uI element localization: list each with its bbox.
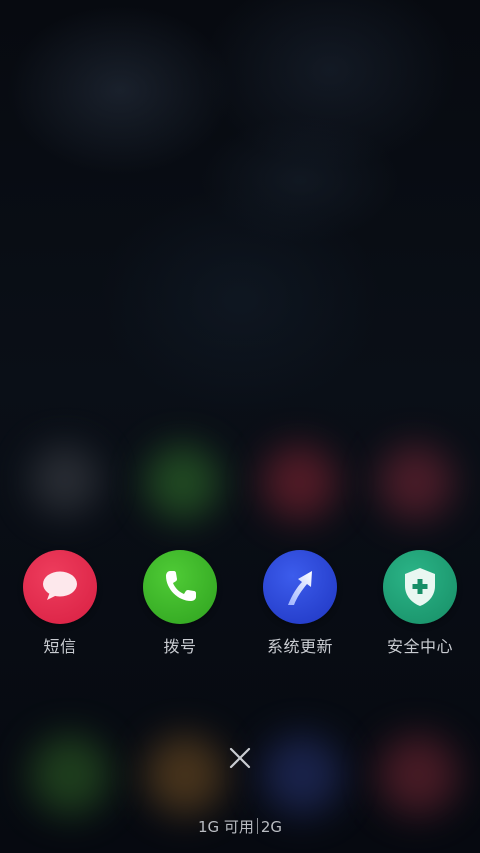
- memory-total: 2G: [260, 818, 283, 836]
- app-label: 拨号: [163, 637, 197, 656]
- memory-available: 1G 可用: [197, 818, 254, 836]
- background-blob: [145, 445, 220, 520]
- background-blob: [262, 735, 342, 815]
- background-blob: [30, 735, 110, 815]
- message-icon[interactable]: [23, 550, 97, 624]
- background-blob: [378, 445, 453, 520]
- shield-plus-icon[interactable]: [383, 550, 457, 624]
- close-all-button[interactable]: [225, 743, 255, 773]
- background-blob: [30, 445, 100, 515]
- background-blob: [378, 735, 458, 815]
- app-dialer[interactable]: 拨号: [130, 550, 230, 657]
- background-blob: [262, 445, 337, 520]
- app-label: 系统更新: [266, 637, 333, 656]
- update-arrow-icon[interactable]: [263, 550, 337, 624]
- phone-icon[interactable]: [143, 550, 217, 624]
- recent-apps-screen: 短信 拨号 系统更新 安全中心 1G 可用 2G: [0, 0, 480, 853]
- background-blob: [145, 735, 225, 815]
- app-messages[interactable]: 短信: [10, 550, 110, 657]
- app-shortcut-row: 短信 拨号 系统更新 安全中心: [0, 550, 480, 660]
- app-security-center[interactable]: 安全中心: [370, 550, 470, 657]
- app-system-update[interactable]: 系统更新: [250, 550, 350, 657]
- app-label: 安全中心: [386, 637, 453, 656]
- memory-info: 1G 可用 2G: [0, 816, 480, 837]
- app-label: 短信: [43, 637, 77, 656]
- memory-separator: [256, 818, 258, 834]
- close-icon: [229, 747, 251, 769]
